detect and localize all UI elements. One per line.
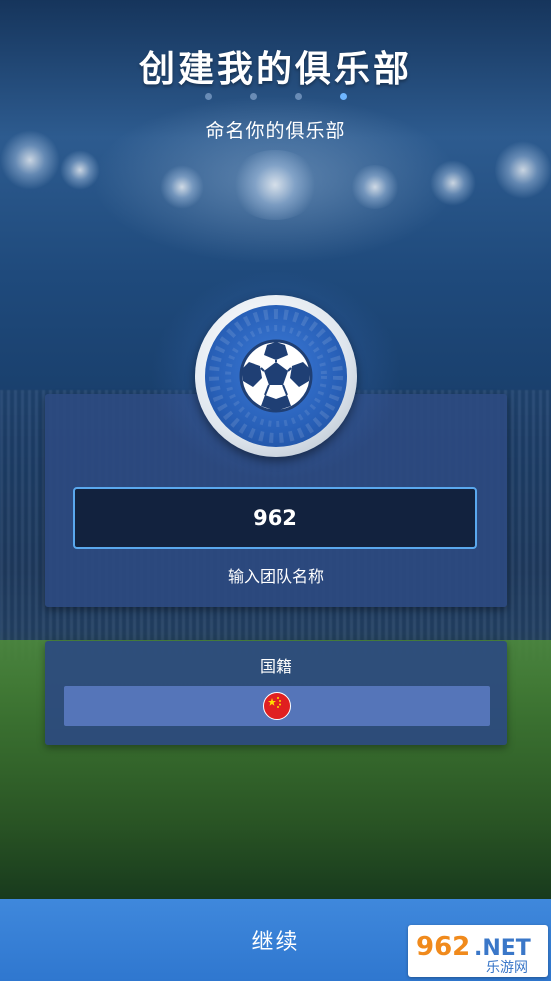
emblem-inner	[205, 305, 347, 447]
create-club-screen: 创建我的俱乐部 命名你的俱乐部 962 输入团队名称 国籍 继续 962 .NE…	[0, 0, 551, 981]
stadium-light	[430, 160, 476, 206]
watermark-logo: 962 .NET 乐游网	[408, 925, 548, 977]
team-name-input[interactable]	[73, 487, 477, 549]
page-title: 创建我的俱乐部	[138, 49, 412, 90]
step-dot-active	[339, 93, 347, 100]
team-name-label: 输入团队名称	[227, 567, 324, 586]
svg-text:.NET: .NET	[474, 936, 531, 961]
watermark-logo-graphic: 962 .NET 乐游网	[416, 932, 531, 975]
china-flag-icon	[263, 692, 291, 720]
step-dot	[249, 93, 257, 100]
continue-label: 继续	[251, 930, 300, 955]
svg-text:962: 962	[416, 932, 470, 962]
step-dot	[294, 93, 302, 100]
soccer-ball-icon	[209, 309, 343, 443]
club-emblem[interactable]	[195, 295, 357, 457]
stadium-light	[160, 165, 204, 209]
nationality-label: 国籍	[259, 657, 292, 676]
svg-text:乐游网: 乐游网	[486, 960, 528, 975]
step-dot	[204, 93, 212, 100]
step-indicator	[0, 93, 551, 100]
stadium-light	[60, 150, 100, 190]
page-subtitle: 命名你的俱乐部	[205, 120, 346, 142]
stadium-light	[230, 150, 320, 220]
stadium-light	[495, 140, 551, 200]
stadium-light	[350, 165, 400, 209]
nationality-select[interactable]	[64, 686, 490, 726]
